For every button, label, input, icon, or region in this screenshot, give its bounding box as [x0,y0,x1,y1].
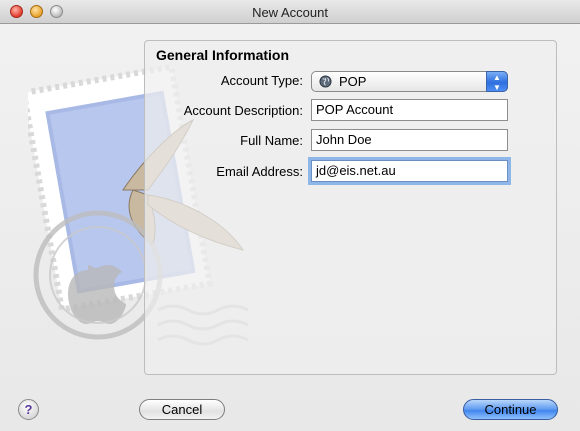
account-type-value: POP [339,74,367,89]
full-name-field[interactable]: John Doe [311,129,508,151]
title-bar[interactable]: New Account [0,0,580,24]
account-type-label: Account Type: [220,73,303,88]
globe-icon [319,75,332,88]
full-name-label: Full Name: [240,133,303,148]
new-account-window: New Account General Information Account … [0,0,580,431]
help-button[interactable]: ? [18,399,39,420]
cancel-button[interactable]: Cancel [139,399,225,420]
email-address-label: Email Address: [216,164,303,179]
email-address-field[interactable]: jd@eis.net.au [311,160,508,182]
section-title: General Information [156,47,290,63]
account-type-popup[interactable]: POP ▲ ▼ [311,71,508,92]
continue-button[interactable]: Continue [463,399,558,420]
account-description-label: Account Description: [183,103,303,118]
popup-arrows-icon: ▲ ▼ [486,71,508,92]
window-title: New Account [252,5,328,20]
account-description-field[interactable]: POP Account [311,99,508,121]
